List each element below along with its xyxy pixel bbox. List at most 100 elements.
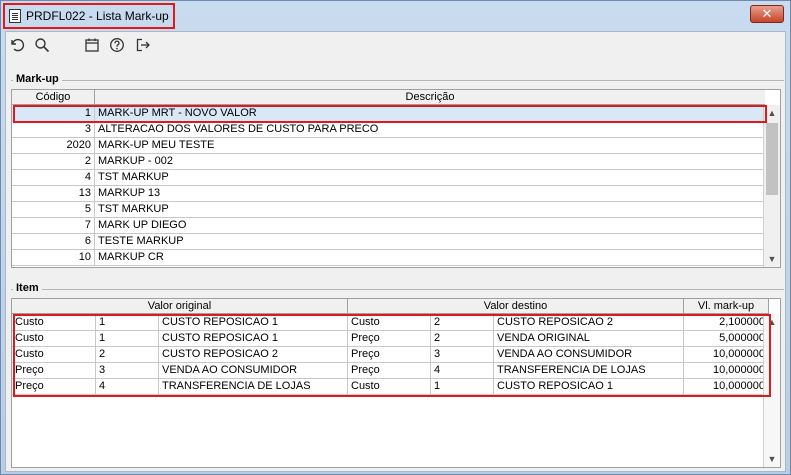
destination-type-cell: Custo [348,379,431,395]
window-title: PRDFL022 - Lista Mark-up [26,9,169,23]
table-row[interactable]: Preço 4 TRANSFERENCIA DE LOJAS Custo 1 C… [12,379,769,395]
original-code-cell: 4 [96,379,159,395]
destination-description-cell: VENDA AO CONSUMIDOR [494,347,684,363]
markup-grid[interactable]: Código Descrição 1 MARK-UP MRT - NOVO VA… [11,89,781,268]
scroll-up-icon[interactable]: ▲ [764,314,780,330]
code-cell: 4 [12,170,95,186]
markup-group: Mark-up Código Descrição 1 MARK-UP MRT -… [11,73,784,268]
description-cell: TESTE MARKUP [98,235,184,247]
markup-value-cell: 5,000000 [684,331,769,347]
description-cell: TST MARKUP [98,171,169,183]
exit-icon[interactable] [134,36,152,54]
application-window: PRDFL022 - Lista Mark-up ✕ Mark-up Códig… [0,0,791,475]
table-row[interactable]: 4 TST MARKUP [12,170,765,186]
code-cell: 6 [12,234,95,250]
search-icon[interactable] [33,36,51,54]
original-description-cell: CUSTO REPOSICAO 2 [159,347,348,363]
table-row[interactable]: 6 TESTE MARKUP [12,234,765,250]
help-icon[interactable] [108,36,126,54]
code-cell: 5 [12,202,95,218]
description-cell: MARK UP DIEGO [98,219,187,231]
table-row[interactable]: 1 MARK-UP MRT - NOVO VALOR [12,106,765,122]
destination-description-cell: VENDA ORIGINAL [494,331,684,347]
destination-type-cell: Custo [348,315,431,331]
close-button[interactable]: ✕ [750,5,784,23]
undo-icon[interactable] [8,36,26,54]
code-cell: 2 [12,154,95,170]
column-header-original-value[interactable]: Valor original [12,299,348,314]
destination-type-cell: Preço [348,331,431,347]
destination-description-cell: CUSTO REPOSICAO 2 [494,315,684,331]
description-cell: MARK-UP MRT - NOVO VALOR [98,107,257,119]
description-cell: MARKUP CR [98,251,164,263]
original-description-cell: CUSTO REPOSICAO 1 [159,315,348,331]
scroll-down-icon[interactable]: ▼ [764,451,780,467]
document-icon [9,9,21,23]
code-cell: 2020 [12,138,95,154]
table-row[interactable]: 7 MARK UP DIEGO [12,218,765,234]
markup-value-cell: 2,100000 [684,315,769,331]
table-row[interactable]: 13 MARKUP 13 [12,186,765,202]
table-row[interactable]: Custo 2 CUSTO REPOSICAO 2 Preço 3 VENDA … [12,347,769,363]
original-description-cell: VENDA AO CONSUMIDOR [159,363,348,379]
item-group-label: Item [13,282,42,294]
code-cell: 7 [12,218,95,234]
toolbar [6,32,785,58]
original-code-cell: 2 [96,347,159,363]
destination-code-cell: 1 [431,379,494,395]
title-bar: PRDFL022 - Lista Mark-up ✕ [1,1,790,31]
table-row[interactable]: 2020 MARK-UP MEU TESTE [12,138,765,154]
original-type-cell: Preço [12,379,96,395]
markup-scrollbar[interactable]: ▲ ▼ [763,105,780,267]
markup-value-cell: 10,000000 [684,363,769,379]
code-cell: 13 [12,186,95,202]
original-type-cell: Custo [12,331,96,347]
destination-type-cell: Preço [348,347,431,363]
content-panel: Mark-up Código Descrição 1 MARK-UP MRT -… [5,31,786,472]
markup-value-cell: 10,000000 [684,347,769,363]
column-header-markup-value[interactable]: Vl. mark-up [684,299,769,314]
destination-description-cell: CUSTO REPOSICAO 1 [494,379,684,395]
code-cell: 10 [12,250,95,266]
code-cell: 1 [12,106,95,122]
description-cell: ALTERACAO DOS VALORES DE CUSTO PARA PREC… [98,123,379,135]
table-row[interactable]: Custo 1 CUSTO REPOSICAO 1 Custo 2 CUSTO … [12,315,769,331]
destination-code-cell: 2 [431,331,494,347]
code-cell: 3 [12,122,95,138]
column-header-description[interactable]: Descrição [95,90,765,105]
markup-value-cell: 10,000000 [684,379,769,395]
table-row[interactable]: 3 ALTERACAO DOS VALORES DE CUSTO PARA PR… [12,122,765,138]
original-type-cell: Preço [12,363,96,379]
description-cell: MARKUP 13 [98,187,161,199]
table-row[interactable]: 2 MARKUP - 002 [12,154,765,170]
destination-type-cell: Preço [348,363,431,379]
description-cell: MARK-UP MEU TESTE [98,139,215,151]
scroll-up-icon[interactable]: ▲ [764,105,780,121]
item-scrollbar[interactable]: ▲ ▼ [763,314,780,467]
destination-code-cell: 4 [431,363,494,379]
original-code-cell: 3 [96,363,159,379]
description-cell: TST MARKUP [98,203,169,215]
item-grid[interactable]: Valor original Valor destino Vl. mark-up… [11,298,781,468]
item-group: Item Valor original Valor destino Vl. ma… [11,282,784,469]
description-cell: MARKUP - 002 [98,155,173,167]
calendar-icon[interactable] [83,36,101,54]
column-header-destination-value[interactable]: Valor destino [348,299,684,314]
scroll-down-icon[interactable]: ▼ [764,251,780,267]
table-row[interactable]: 10 MARKUP CR [12,250,765,266]
original-code-cell: 1 [96,315,159,331]
destination-code-cell: 2 [431,315,494,331]
original-description-cell: CUSTO REPOSICAO 1 [159,331,348,347]
original-type-cell: Custo [12,347,96,363]
column-header-code[interactable]: Código [12,90,95,105]
table-row[interactable]: Preço 3 VENDA AO CONSUMIDOR Preço 4 TRAN… [12,363,769,379]
markup-group-label: Mark-up [13,73,62,85]
original-type-cell: Custo [12,315,96,331]
scrollbar-thumb[interactable] [766,123,778,195]
original-code-cell: 1 [96,331,159,347]
table-row[interactable]: Custo 1 CUSTO REPOSICAO 1 Preço 2 VENDA … [12,331,769,347]
table-row[interactable]: 5 TST MARKUP [12,202,765,218]
original-description-cell: TRANSFERENCIA DE LOJAS [159,379,348,395]
title-box: PRDFL022 - Lista Mark-up [3,3,175,29]
destination-description-cell: TRANSFERENCIA DE LOJAS [494,363,684,379]
